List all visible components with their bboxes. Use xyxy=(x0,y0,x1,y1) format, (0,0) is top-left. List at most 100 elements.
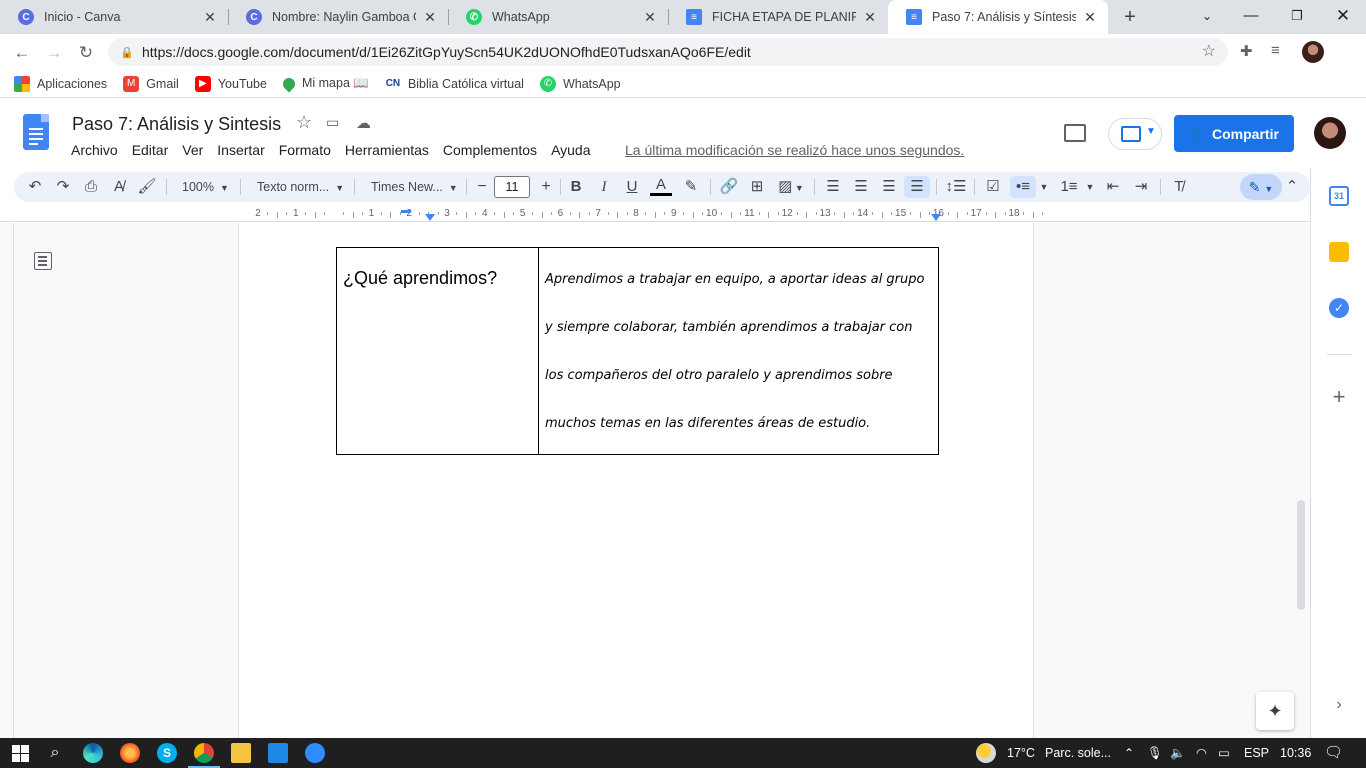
present-button[interactable]: ▼ xyxy=(1108,118,1162,150)
close-icon[interactable]: ✕ xyxy=(1082,9,1098,26)
share-button[interactable]: 👤 Compartir xyxy=(1174,115,1294,152)
photos-icon[interactable] xyxy=(268,743,288,763)
close-window-button[interactable]: ✕ xyxy=(1320,0,1366,34)
weather-temp[interactable]: 17°C xyxy=(1007,738,1035,768)
close-icon[interactable]: ✕ xyxy=(862,9,878,26)
edge-icon[interactable] xyxy=(83,743,103,763)
font-size-input[interactable]: 11 xyxy=(494,176,530,198)
bookmark-gmail[interactable]: M Gmail xyxy=(123,75,179,92)
menu-ayuda[interactable]: Ayuda xyxy=(551,142,590,158)
close-icon[interactable]: ✕ xyxy=(642,9,658,26)
chevron-down-icon[interactable]: ▼ xyxy=(1038,176,1050,198)
clear-formatting-icon[interactable]: T̸ xyxy=(1168,176,1190,198)
bold-icon[interactable]: B xyxy=(566,176,586,198)
docs-logo-icon[interactable] xyxy=(23,114,49,150)
link-icon[interactable]: 🔗 xyxy=(718,176,740,198)
align-justify-icon[interactable]: ☰ xyxy=(904,176,930,198)
menu-archivo[interactable]: Archivo xyxy=(71,142,118,158)
italic-icon[interactable]: I xyxy=(594,176,614,198)
bookmark-whatsapp[interactable]: ✆ WhatsApp xyxy=(539,75,621,92)
tab-search-icon[interactable]: ⌄ xyxy=(1184,0,1230,34)
extensions-puzzle-icon[interactable]: ✚ xyxy=(1240,42,1253,60)
left-indent-marker[interactable] xyxy=(425,214,435,221)
keep-icon[interactable] xyxy=(1329,242,1349,262)
battery-icon[interactable]: ▭ xyxy=(1218,738,1230,768)
bulleted-list-icon[interactable]: •≡ xyxy=(1010,176,1036,198)
align-left-icon[interactable]: ☰ xyxy=(822,176,844,198)
bookmark-biblia[interactable]: CN Biblia Católica virtual xyxy=(384,75,524,92)
explore-icon[interactable]: ✦ xyxy=(1256,692,1294,730)
zoom-icon[interactable] xyxy=(305,743,325,763)
decrease-indent-icon[interactable]: ⇤ xyxy=(1102,176,1124,198)
menu-herramientas[interactable]: Herramientas xyxy=(345,142,429,158)
address-bar[interactable]: 🔒 https://docs.google.com/document/d/1Ei… xyxy=(108,38,1228,66)
search-icon[interactable]: ⌕ xyxy=(45,743,65,763)
chevron-right-icon[interactable]: › xyxy=(1329,696,1349,714)
menu-complementos[interactable]: Complementos xyxy=(443,142,537,158)
tasks-icon[interactable]: ✓ xyxy=(1329,298,1349,318)
zoom-select[interactable]: 100% ▼ xyxy=(182,176,229,198)
add-comment-icon[interactable]: ⊞ xyxy=(746,176,768,198)
wifi-icon[interactable]: ◠ xyxy=(1196,738,1207,768)
underline-icon[interactable]: U xyxy=(622,176,642,198)
chevron-up-icon[interactable]: ⌃ xyxy=(1124,738,1134,768)
close-icon[interactable]: ✕ xyxy=(202,9,218,26)
star-icon[interactable]: ☆ xyxy=(296,112,312,133)
table-cell-question[interactable]: ¿Qué aprendimos? xyxy=(337,248,539,454)
menu-formato[interactable]: Formato xyxy=(279,142,331,158)
microphone-icon[interactable]: 🎙 xyxy=(1147,738,1163,768)
firefox-icon[interactable] xyxy=(120,743,140,763)
notifications-icon[interactable]: 🗨 xyxy=(1324,738,1343,768)
browser-tab-ficha[interactable]: ≡ FICHA ETAPA DE PLANIFICAC ✕ xyxy=(668,0,888,34)
increase-indent-icon[interactable]: ⇥ xyxy=(1130,176,1152,198)
first-line-indent-marker[interactable] xyxy=(401,210,411,213)
undo-icon[interactable]: ↶ xyxy=(24,176,46,198)
bookmark-aplicaciones[interactable]: Aplicaciones xyxy=(14,75,107,92)
vertical-scrollbar[interactable] xyxy=(1297,500,1305,610)
volume-icon[interactable]: 🔈 xyxy=(1170,738,1186,768)
numbered-list-icon[interactable]: 1≡ xyxy=(1058,176,1080,198)
restore-button[interactable]: ❐ xyxy=(1274,0,1320,34)
browser-tab-canva-naylin[interactable]: C Nombre: Naylin Gamboa Gru ✕ xyxy=(228,0,448,34)
move-folder-icon[interactable]: ▭ xyxy=(326,114,339,131)
align-right-icon[interactable]: ☰ xyxy=(878,176,900,198)
reading-list-icon[interactable]: ≡ xyxy=(1271,42,1280,59)
close-icon[interactable]: ✕ xyxy=(422,9,438,26)
menu-ver[interactable]: Ver xyxy=(182,142,203,158)
increase-font-button[interactable]: + xyxy=(536,176,556,198)
browser-tab-canva-home[interactable]: C Inicio - Canva ✕ xyxy=(0,0,228,34)
horizontal-ruler[interactable]: 2 1 1 2 3 4 5 6 7 8 9 10 11 12 13 14 15 16 17 18 xyxy=(0,206,1310,222)
language-indicator[interactable]: ESP xyxy=(1244,738,1269,768)
browser-tab-whatsapp[interactable]: ✆ WhatsApp ✕ xyxy=(448,0,668,34)
comment-history-icon[interactable] xyxy=(1064,124,1086,142)
last-edit-link[interactable]: La última modificación se realizó hace u… xyxy=(625,142,964,158)
menu-editar[interactable]: Editar xyxy=(132,142,169,158)
align-center-icon[interactable]: ☰ xyxy=(850,176,872,198)
document-page[interactable]: ¿Qué aprendimos? Aprendimos a trabajar e… xyxy=(238,223,1034,738)
forward-arrow-icon[interactable]: → xyxy=(41,40,67,66)
bookmark-star-icon[interactable]: ☆ xyxy=(1202,41,1216,61)
checklist-icon[interactable]: ☑ xyxy=(982,176,1004,198)
minimize-button[interactable]: — xyxy=(1228,0,1274,34)
right-indent-marker[interactable] xyxy=(931,214,941,221)
chevron-down-icon[interactable]: ▼ xyxy=(1084,176,1096,198)
cloud-saved-icon[interactable]: ☁ xyxy=(356,114,371,132)
decrease-font-button[interactable]: − xyxy=(472,176,492,198)
reload-icon[interactable]: ↻ xyxy=(73,40,99,66)
windows-start-icon[interactable] xyxy=(11,743,31,763)
font-select[interactable]: Times New... ▼ xyxy=(371,176,458,198)
highlight-icon[interactable]: ✎ xyxy=(680,176,702,198)
browser-tab-paso7[interactable]: ≡ Paso 7: Análisis y Síntesis - Do ✕ xyxy=(888,0,1108,34)
lock-icon[interactable]: 🔒 xyxy=(120,46,134,59)
paragraph-style-select[interactable]: Texto norm... ▼ xyxy=(257,176,344,198)
spellcheck-icon[interactable]: A̸ xyxy=(108,176,130,198)
back-arrow-icon[interactable]: ← xyxy=(9,40,35,66)
new-tab-button[interactable]: + xyxy=(1118,4,1142,30)
weather-icon[interactable] xyxy=(976,743,996,763)
clock[interactable]: 10:36 xyxy=(1280,738,1311,768)
line-spacing-icon[interactable]: ↕☰ xyxy=(944,176,968,198)
text-color-icon[interactable]: A xyxy=(650,176,672,196)
account-avatar[interactable] xyxy=(1314,117,1346,149)
editing-mode-button[interactable]: ✎ ▼ xyxy=(1240,174,1282,200)
get-addons-icon[interactable]: + xyxy=(1329,384,1349,410)
